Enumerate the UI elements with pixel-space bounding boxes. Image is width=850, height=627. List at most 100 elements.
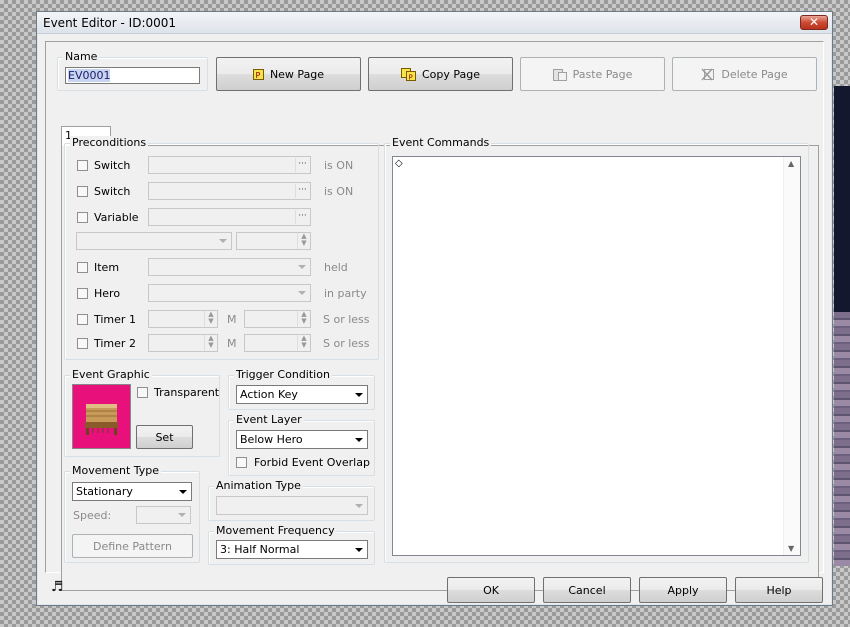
timer2-checkbox[interactable] [77,338,88,349]
vertical-scrollbar[interactable]: ▲ ▼ [783,157,800,555]
map-background [834,86,850,566]
chevron-down-icon [174,508,189,522]
chevron-down-icon [175,484,190,499]
switch1-label: Switch [94,159,131,172]
switch1-suffix: is ON [324,159,354,172]
event-graphic-preview[interactable] [72,384,131,449]
spin-arrows-icon[interactable]: ▲ ▼ [297,311,310,327]
scroll-up-icon[interactable]: ▲ [788,159,794,168]
window-title: Event Editor - ID:0001 [43,16,177,30]
new-page-icon: P [252,68,264,80]
delete-page-button[interactable]: Delete Page [672,57,817,91]
new-page-label: New Page [269,67,325,81]
event-layer-dropdown[interactable]: Below Hero [236,430,368,449]
event-commands-label: Event Commands [390,136,492,149]
hero-suffix: in party [324,287,367,300]
trigger-condition-dropdown[interactable]: Action Key [236,385,368,404]
event-graphic-label: Event Graphic [70,368,152,381]
set-graphic-label: Set [155,430,174,444]
timer1-minutes-spinner[interactable]: ▲ ▼ [148,310,218,328]
variable-value-spinner[interactable]: ▲ ▼ [236,232,311,250]
cancel-button[interactable]: Cancel [543,577,631,603]
event-commands-list[interactable]: ◇ ▲ ▼ [392,156,801,556]
event-layer-label: Event Layer [234,413,304,426]
close-button[interactable]: ✕ [800,15,828,30]
timer1-suffix: S or less [323,313,370,326]
hero-checkbox[interactable] [77,288,88,299]
command-line[interactable]: ◇ [395,158,403,169]
scroll-down-icon[interactable]: ▼ [788,544,794,553]
spin-arrows-icon[interactable]: ▲ ▼ [204,335,217,351]
help-button[interactable]: Help [735,577,823,603]
movement-type-label: Movement Type [70,464,162,477]
item-dropdown[interactable] [148,258,311,276]
switch2-browse-icon[interactable]: ··· [295,184,309,198]
switch2-field[interactable]: ··· [148,182,311,200]
movement-frequency-dropdown[interactable]: 3: Half Normal [216,540,368,559]
switch2-checkbox[interactable] [77,186,88,197]
spin-arrows-icon[interactable]: ▲ ▼ [204,311,217,327]
spin-arrows-icon[interactable]: ▲ ▼ [297,335,310,351]
music-icon[interactable]: ♬ [51,579,64,595]
cancel-label: Cancel [568,583,606,597]
item-suffix: held [324,261,348,274]
transparent-checkbox[interactable] [137,387,148,398]
client-area: Name EV0001 P New Page P Copy Page Paste… [45,41,824,591]
animation-type-label: Animation Type [214,479,303,492]
timer1-m-label: M [227,313,237,326]
hero-dropdown[interactable] [148,284,311,302]
trigger-condition-label: Trigger Condition [234,368,332,381]
copy-page-button[interactable]: P Copy Page [368,57,513,91]
svg-text:P: P [408,73,412,81]
paste-page-label: Paste Page [572,67,633,81]
name-input[interactable]: EV0001 [65,67,200,84]
event-layer-value: Below Hero [240,433,303,446]
animation-type-dropdown[interactable] [216,496,368,515]
switch1-browse-icon[interactable]: ··· [295,158,309,172]
movement-frequency-value: 3: Half Normal [220,543,300,556]
sprite-bed-icon [85,404,118,435]
title-bar: Event Editor - ID:0001 ✕ [37,12,832,34]
item-checkbox[interactable] [77,262,88,273]
chevron-down-icon [294,260,309,274]
chevron-down-icon [351,387,366,402]
switch2-suffix: is ON [324,185,354,198]
paste-page-button[interactable]: Paste Page [520,57,665,91]
movement-frequency-label: Movement Frequency [214,524,337,537]
speed-dropdown[interactable] [136,506,191,524]
preconditions-label: Preconditions [70,136,149,149]
timer2-suffix: S or less [323,337,370,350]
chevron-down-icon [351,432,366,447]
spin-arrows-icon[interactable]: ▲ ▼ [297,233,310,249]
preconditions-group: Preconditions [64,136,379,360]
timer2-seconds-spinner[interactable]: ▲ ▼ [244,334,311,352]
name-value: EV0001 [68,69,111,82]
forbid-overlap-label: Forbid Event Overlap [254,456,370,469]
chevron-down-icon [351,498,366,513]
ok-label: OK [483,583,499,597]
item-label: Item [94,261,120,274]
apply-button[interactable]: Apply [639,577,727,603]
timer1-seconds-spinner[interactable]: ▲ ▼ [244,310,311,328]
define-pattern-button[interactable]: Define Pattern [72,534,193,558]
delete-page-label: Delete Page [721,67,788,81]
timer1-checkbox[interactable] [77,314,88,325]
define-pattern-label: Define Pattern [93,539,172,553]
forbid-overlap-checkbox[interactable] [236,457,247,468]
variable-browse-icon[interactable]: ··· [295,210,309,224]
copy-page-icon: P [400,67,416,81]
paste-page-icon [552,68,567,81]
variable-operator-dropdown[interactable] [76,232,232,250]
map-tiles [834,312,850,566]
switch1-checkbox[interactable] [77,160,88,171]
timer2-minutes-spinner[interactable]: ▲ ▼ [148,334,218,352]
variable-field[interactable]: ··· [148,208,311,226]
new-page-button[interactable]: P New Page [216,57,361,91]
movement-type-dropdown[interactable]: Stationary [72,482,192,501]
switch1-field[interactable]: ··· [148,156,311,174]
variable-checkbox[interactable] [77,212,88,223]
set-graphic-button[interactable]: Set [136,425,193,449]
copy-page-label: Copy Page [421,67,481,81]
ok-button[interactable]: OK [447,577,535,603]
variable-label: Variable [94,211,139,224]
